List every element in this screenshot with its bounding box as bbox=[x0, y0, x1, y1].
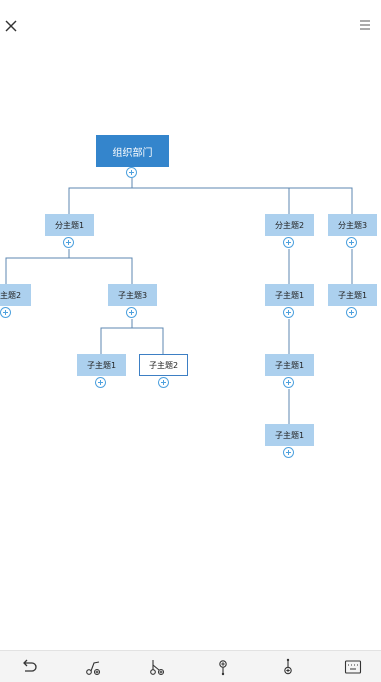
keyboard-icon bbox=[344, 660, 362, 674]
add-sibling-topic-icon bbox=[150, 660, 165, 676]
sub-topic[interactable]: 子主题1 bbox=[265, 424, 314, 446]
add-child-topic-button[interactable] bbox=[84, 657, 104, 677]
root-topic[interactable]: 组织部门 bbox=[96, 135, 169, 167]
expand-plus-icon[interactable] bbox=[283, 447, 294, 458]
add-topic-above-button[interactable] bbox=[213, 657, 233, 677]
expand-plus-icon[interactable] bbox=[95, 377, 106, 388]
sub-topic[interactable]: 子主题1 bbox=[265, 354, 314, 376]
expand-plus-icon[interactable] bbox=[158, 377, 169, 388]
add-child-topic-icon bbox=[86, 661, 101, 676]
add-topic-above-icon bbox=[219, 660, 227, 676]
expand-plus-icon[interactable] bbox=[126, 307, 137, 318]
keyboard-button[interactable] bbox=[343, 657, 363, 677]
undo-button[interactable] bbox=[19, 657, 39, 677]
branch-topic[interactable]: 分主题2 bbox=[265, 214, 314, 236]
undo-icon bbox=[23, 659, 37, 672]
add-topic-below-button[interactable] bbox=[278, 657, 298, 677]
add-sibling-topic-button[interactable] bbox=[148, 657, 168, 677]
mindmap-canvas[interactable]: 组织部门 分主题1 分主题2 分主题3 子主题2 子主题3 子主题1 子主题1 … bbox=[0, 0, 381, 650]
expand-plus-icon[interactable] bbox=[63, 237, 74, 248]
expand-plus-icon[interactable] bbox=[283, 377, 294, 388]
sub-topic[interactable]: 子主题1 bbox=[328, 284, 377, 306]
connector-lines bbox=[5, 178, 353, 424]
expand-plus-icon[interactable] bbox=[0, 307, 11, 318]
expand-plus-icon[interactable] bbox=[283, 307, 294, 318]
sub-topic[interactable]: 子主题2 bbox=[0, 284, 31, 306]
sub-topic[interactable]: 子主题1 bbox=[265, 284, 314, 306]
expand-plus-icon[interactable] bbox=[346, 307, 357, 318]
sub-topic[interactable]: 子主题3 bbox=[108, 284, 157, 306]
expand-plus-icon[interactable] bbox=[126, 167, 137, 178]
branch-topic[interactable]: 分主题3 bbox=[328, 214, 377, 236]
sub-topic-selected[interactable]: 子主题2 bbox=[139, 354, 188, 376]
add-topic-below-icon bbox=[284, 658, 292, 675]
sub-topic[interactable]: 子主题1 bbox=[77, 354, 126, 376]
expand-plus-icon[interactable] bbox=[346, 237, 357, 248]
bottom-toolbar bbox=[0, 650, 381, 682]
expand-plus-icon[interactable] bbox=[283, 237, 294, 248]
branch-topic[interactable]: 分主题1 bbox=[45, 214, 94, 236]
